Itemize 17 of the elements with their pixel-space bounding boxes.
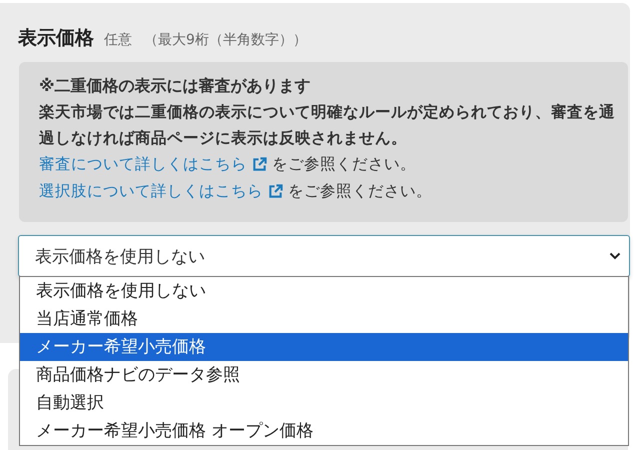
external-link-icon[interactable] (252, 157, 267, 172)
optional-label: 任意 (104, 31, 132, 49)
dropdown-option[interactable]: メーカー希望小売価格 (20, 333, 628, 361)
chevron-down-icon (609, 252, 621, 260)
dropdown-option[interactable]: 当店通常価格 (20, 305, 628, 333)
notice-text: 楽天市場では二重価格の表示について明確なルールが定められており、審査を通過しなければ商品ページに表示は反映されません。 (39, 102, 616, 149)
dropdown-option[interactable]: メーカー希望小売価格 オープン価格 (20, 417, 628, 445)
select-field[interactable]: 表示価格を使用しない (18, 235, 630, 277)
dropdown-option[interactable]: 表示価格を使用しない (20, 277, 628, 305)
link-suffix-text: をご参照ください。 (272, 154, 416, 175)
notice-heading: ※二重価格の表示には審査があります (39, 75, 312, 97)
section-title: 表示価格 (18, 26, 94, 51)
link-suffix-text: をご参照ください。 (288, 181, 432, 202)
dropdown-option[interactable]: 商品価格ナビのデータ参照 (20, 361, 628, 389)
hint-text: （最大9桁（半角数字）） (144, 31, 307, 49)
dropdown-option[interactable]: 自動選択 (20, 389, 628, 417)
external-link-icon[interactable] (268, 184, 283, 199)
